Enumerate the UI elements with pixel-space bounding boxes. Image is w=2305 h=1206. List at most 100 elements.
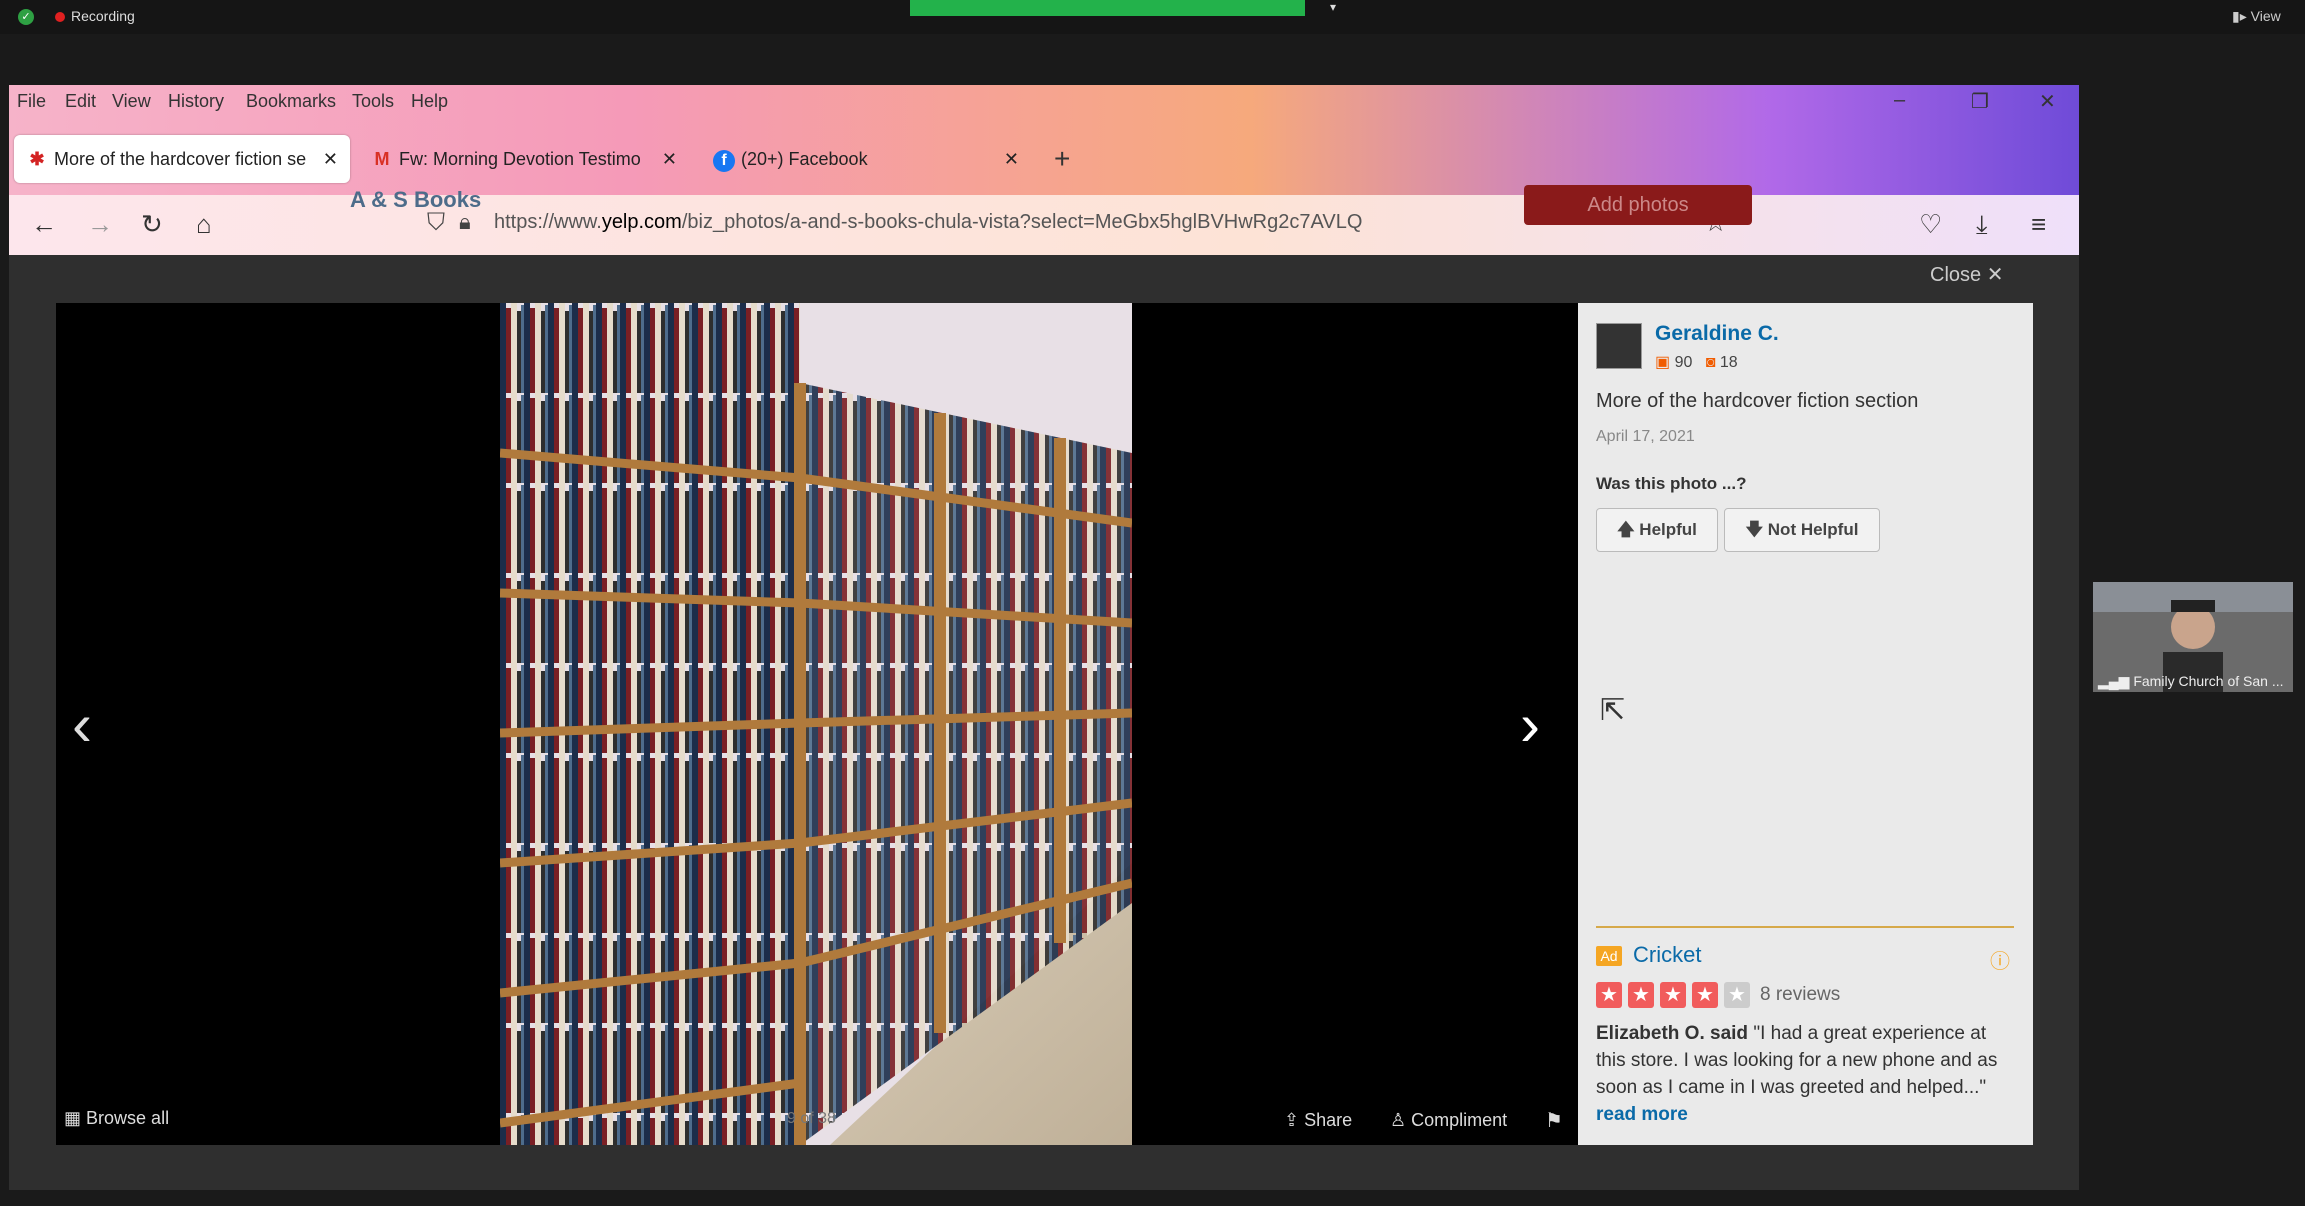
bookshelf-photo [500, 303, 1132, 1145]
share-button[interactable]: ⇪ Share [1284, 1110, 1352, 1131]
share-icon: ⇪ [1284, 1110, 1300, 1130]
hamburger-menu-icon[interactable]: ≡ [2031, 209, 2046, 240]
avatar[interactable] [1596, 323, 1642, 369]
recording-label: Recording [71, 8, 135, 24]
tab-close-icon[interactable]: ✕ [1004, 135, 1019, 183]
friends-icon: ▣ [1655, 354, 1671, 371]
forward-arrow-icon[interactable]: → [87, 209, 113, 240]
tab-label: Fw: Morning Devotion Testimo [399, 149, 641, 169]
reload-icon[interactable]: ↻ [141, 209, 163, 240]
record-dot-icon [55, 12, 65, 23]
yelp-icon: ✱ [29, 149, 45, 169]
browse-all-label: Browse all [86, 1108, 170, 1128]
helpful-label: Helpful [1639, 520, 1697, 539]
download-icon[interactable]: ⤓ [1976, 209, 1988, 241]
view-options-menu[interactable]: ▾ [1330, 0, 1336, 14]
info-icon[interactable]: ⓘ [1990, 945, 2010, 974]
star-icon: ★ [1692, 982, 1718, 1008]
ad-badge: Ad [1596, 946, 1622, 966]
menu-bookmarks[interactable]: Bookmarks [246, 91, 336, 112]
zoom-status-banner [910, 0, 1305, 16]
ad-review-count: 8 reviews [1760, 984, 1841, 1005]
previous-photo-arrow-icon[interactable]: ‹ [72, 690, 92, 759]
read-more-link[interactable]: read more [1596, 1104, 1688, 1125]
friends-count: 90 [1674, 354, 1693, 371]
compliment-icon: ♙ [1390, 1110, 1407, 1130]
business-name[interactable]: A & S Books [350, 187, 481, 213]
url-path: /biz_photos/a-and-s-books-chula-vista?se… [681, 211, 1363, 233]
add-photos-button[interactable]: Add photos [1524, 185, 1752, 225]
reviews-count: 18 [1719, 354, 1738, 371]
tab-close-icon[interactable]: ✕ [662, 135, 677, 183]
tab-gmail[interactable]: M Fw: Morning Devotion Testimo ✕ [359, 135, 689, 183]
helpful-button[interactable]: 🡅 Helpful [1596, 508, 1718, 552]
menu-help[interactable]: Help [411, 91, 448, 112]
grid-icon: ▦ [64, 1108, 82, 1128]
tab-facebook[interactable]: f (20+) Facebook ✕ [701, 135, 1031, 183]
signal-icon: ▂▄▆ [2098, 673, 2130, 689]
compliment-label: Compliment [1411, 1110, 1508, 1130]
tab-close-icon[interactable]: ✕ [323, 135, 338, 183]
ad-business-name[interactable]: Cricket [1633, 942, 1701, 968]
menu-tools[interactable]: Tools [352, 91, 394, 112]
star-icon: ★ [1628, 982, 1654, 1008]
menu-edit[interactable]: Edit [65, 91, 96, 112]
view-button[interactable]: ▮▸ View [2232, 8, 2281, 25]
star-empty-icon: ★ [1724, 982, 1750, 1008]
tab-yelp[interactable]: ✱ More of the hardcover fiction se ✕ [14, 135, 350, 183]
ad-review-snippet: Elizabeth O. said "I had a great experie… [1596, 1020, 2016, 1128]
navigation-toolbar: ← → ↻ ⌂ ⛉ 🔒︎ https://www.yelp.com/biz_ph… [9, 195, 2079, 255]
photo-date: April 17, 2021 [1596, 428, 1695, 445]
not-helpful-button[interactable]: 🡇 Not Helpful [1724, 508, 1880, 552]
flag-icon[interactable]: ⚑ [1545, 1108, 1563, 1133]
zoom-top-bar: ✓ Recording ▾ ▮▸ View [0, 0, 2305, 34]
close-label: Close [1930, 264, 1982, 286]
user-name[interactable]: Geraldine C. [1655, 322, 1779, 346]
next-photo-arrow-icon[interactable]: › [1520, 690, 1540, 759]
gmail-icon: M [374, 149, 390, 169]
menu-history[interactable]: History [168, 91, 224, 112]
close-icon: ✕ [1986, 264, 2004, 286]
shield-icon: ✓ [18, 9, 34, 25]
minimize-button[interactable]: – [1894, 89, 1905, 112]
browser-titlebar: File Edit View History Bookmarks Tools H… [9, 85, 2079, 255]
arrow-up-icon: 🡅 [1617, 520, 1635, 539]
tracking-shield-icon[interactable]: ⛉ [427, 209, 445, 237]
user-stats: ▣ 90 ◙ 18 [1655, 352, 1738, 372]
helpful-question: Was this photo ...? [1596, 474, 1747, 493]
recording-indicator[interactable]: Recording [55, 8, 135, 24]
tab-label: (20+) Facebook [741, 149, 868, 169]
reviewer-name: Elizabeth O. said [1596, 1023, 1749, 1044]
not-helpful-label: Not Helpful [1767, 520, 1859, 539]
facebook-icon: f [713, 150, 735, 172]
url-prefix: https://www. [494, 211, 602, 233]
menu-file[interactable]: File [17, 91, 46, 112]
star-icon: ★ [1596, 982, 1622, 1008]
participant-name-text: Family Church of San ... [2133, 673, 2284, 689]
new-tab-button[interactable]: + [1054, 143, 1070, 175]
url-domain: yelp.com [601, 211, 682, 233]
restore-button[interactable]: ❐ [1971, 89, 1989, 114]
home-icon[interactable]: ⌂ [196, 209, 212, 240]
menu-view[interactable]: View [112, 91, 151, 112]
close-window-button[interactable]: ✕ [2039, 89, 2056, 114]
ad-divider [1596, 926, 2014, 928]
compliment-button[interactable]: ♙ Compliment [1390, 1110, 1507, 1131]
reviews-icon: ◙ [1705, 354, 1716, 371]
view-label: View [2250, 8, 2281, 24]
menu-bar: File Edit View History Bookmarks Tools H… [9, 85, 1609, 125]
back-arrow-icon[interactable]: ← [31, 209, 57, 240]
browse-all-button[interactable]: ▦ Browse all [64, 1108, 169, 1129]
arrow-down-icon: 🡇 [1745, 520, 1764, 539]
close-button[interactable]: Close ✕ [1930, 262, 2003, 287]
mouse-cursor-icon: ⇱ [1600, 694, 1626, 727]
pocket-icon[interactable]: ♡ [1919, 209, 1942, 240]
participant-name: ▂▄▆ Family Church of San ... [2098, 673, 2284, 690]
photo-counter: 9 of 38 [787, 1110, 836, 1127]
star-icon: ★ [1660, 982, 1686, 1008]
share-label: Share [1304, 1110, 1353, 1130]
tab-label: More of the hardcover fiction se [54, 149, 307, 169]
url-text[interactable]: https://www.yelp.com/biz_photos/a-and-s-… [494, 211, 1362, 234]
photo-caption: More of the hardcover fiction section [1596, 390, 1919, 412]
bookshelf-illustration [500, 303, 1132, 1145]
